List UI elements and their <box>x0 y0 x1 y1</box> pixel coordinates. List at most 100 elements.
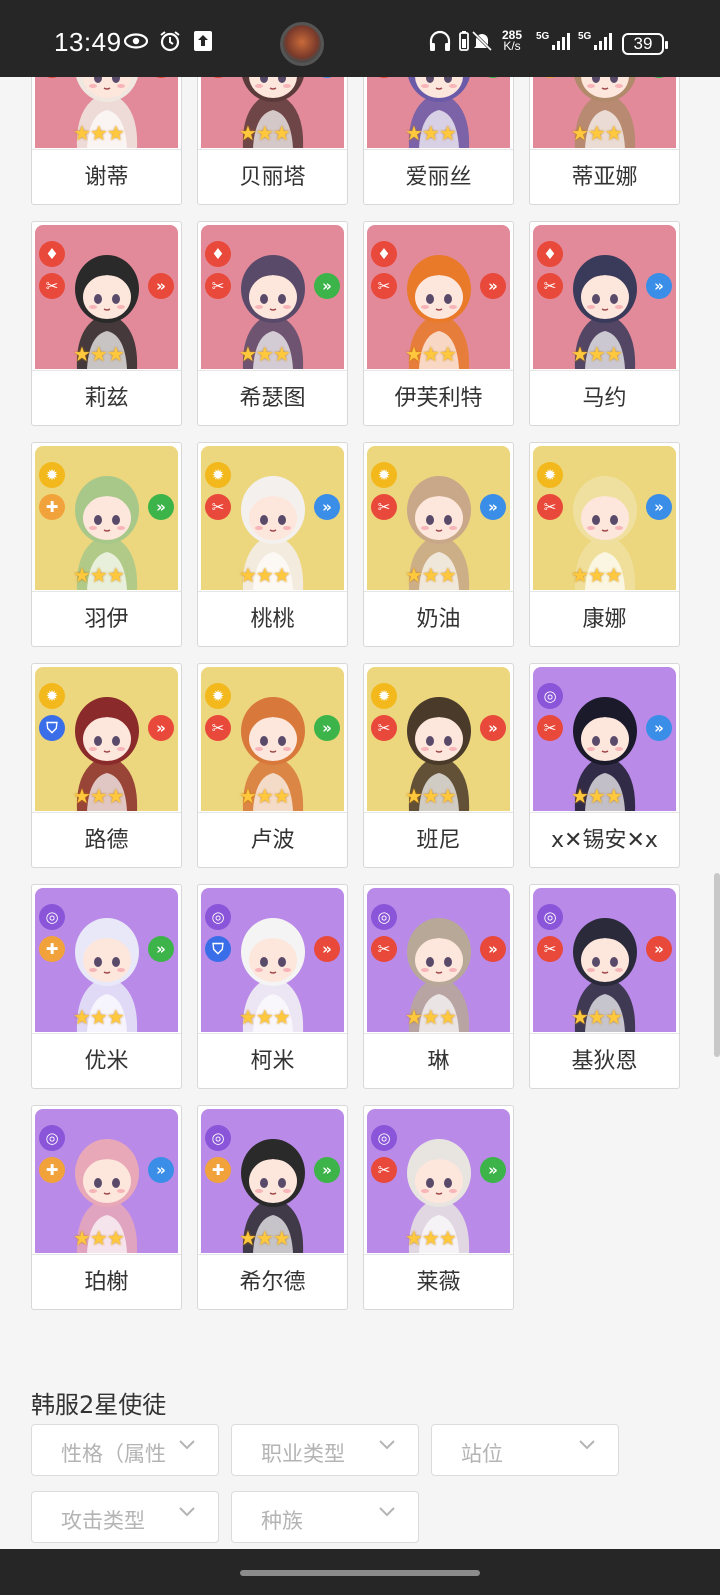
character-card[interactable]: ♦ ✂ » ★★★ 希瑟图 <box>197 221 348 426</box>
character-card[interactable]: ♦ ✂ » ★★★ 伊芙利特 <box>363 221 514 426</box>
character-card[interactable]: ◎ ⛉ » ★★★ 柯米 <box>197 884 348 1089</box>
filter-dropdown[interactable]: 种族 <box>231 1491 419 1543</box>
character-portrait: ✹ ⛉ » ★★★ <box>35 667 178 811</box>
heal-class-icon: ✚ <box>39 936 65 962</box>
filter-dropdown[interactable]: 性格（属性 <box>31 1424 219 1476</box>
front-position-icon: » <box>148 273 174 299</box>
character-portrait: ✹ ✂ » ★★★ <box>367 667 510 811</box>
dark-attribute-icon: ◎ <box>537 683 563 709</box>
light-attribute-icon: ✹ <box>205 683 231 709</box>
character-portrait: ✹ ✂ » ★★★ <box>201 446 344 590</box>
upload-icon <box>194 31 212 51</box>
character-card[interactable]: ✹ ⛉ » ★★★ 路德 <box>31 663 182 868</box>
character-card[interactable]: ◎ ✚ » ★★★ 优米 <box>31 884 182 1089</box>
mid-position-icon: » <box>480 1157 506 1183</box>
home-gesture-handle[interactable] <box>240 1570 480 1576</box>
character-portrait: ✹ ✚ » ★★★ <box>35 446 178 590</box>
character-card[interactable]: ♦✂»★★★爱丽丝 <box>363 77 514 205</box>
character-card[interactable]: ◎ ✂ » ★★★ ⅹ✕锡安✕ⅹ <box>529 663 680 868</box>
character-card[interactable]: ✹ ✂ » ★★★ 卢波 <box>197 663 348 868</box>
slash-class-icon: ✂ <box>371 1157 397 1183</box>
eye-icon <box>124 33 148 49</box>
scrollbar-thumb[interactable] <box>714 873 720 1057</box>
character-name: 基狄恩 <box>530 1033 679 1088</box>
character-card[interactable]: ◎ ✂ » ★★★ 基狄恩 <box>529 884 680 1089</box>
character-card[interactable]: ✹ ✂ » ★★★ 奶油 <box>363 442 514 647</box>
character-card[interactable]: ♦ ✂ » ★★★ 莉兹 <box>31 221 182 426</box>
svg-text:5G: 5G <box>578 31 592 42</box>
star-rating-icon: ★★★ <box>239 342 291 366</box>
mute-bell-icon <box>471 30 493 52</box>
character-name: 班尼 <box>364 812 513 867</box>
character-name: 路德 <box>32 812 181 867</box>
star-rating-icon: ★★★ <box>73 784 125 808</box>
mid-position-icon: » <box>314 715 340 741</box>
star-rating-icon: ★★★ <box>405 784 457 808</box>
notification-app-icon <box>280 22 324 66</box>
chevron-down-icon <box>379 1440 395 1450</box>
character-card[interactable]: ✹ ✂ » ★★★ 康娜 <box>529 442 680 647</box>
character-portrait: ✹ ✂ » ★★★ <box>533 446 676 590</box>
character-portrait: ◎ ✂ » ★★★ <box>533 667 676 811</box>
fire-attribute-icon: ♦ <box>537 241 563 267</box>
slash-class-icon: ✂ <box>537 494 563 520</box>
mid-position-icon: » <box>148 494 174 520</box>
filter-dropdown[interactable]: 职业类型 <box>231 1424 419 1476</box>
front-position-icon: » <box>314 936 340 962</box>
character-card[interactable]: ✹ ✚ » ★★★ 羽伊 <box>31 442 182 647</box>
character-name: 希尔德 <box>198 1254 347 1309</box>
slash-class-icon: ✂ <box>537 715 563 741</box>
character-name: 马约 <box>530 370 679 425</box>
back-position-icon: » <box>646 715 672 741</box>
character-card[interactable]: ♦ ✂ » ★★★ 马约 <box>529 221 680 426</box>
star-rating-icon: ★★★ <box>405 1005 457 1029</box>
character-name: 卢波 <box>198 812 347 867</box>
alarm-icon <box>160 31 180 52</box>
fire-attribute-icon: ♦ <box>371 241 397 267</box>
character-card[interactable]: ♦✂»★★★贝丽塔 <box>197 77 348 205</box>
chevron-down-icon <box>379 1507 395 1517</box>
slash-class-icon: ✂ <box>537 273 563 299</box>
character-card[interactable]: ◎ ✂ » ★★★ 莱薇 <box>363 1105 514 1310</box>
character-card[interactable]: ◎ ✂ » ★★★ 琳 <box>363 884 514 1089</box>
slash-class-icon: ✂ <box>537 936 563 962</box>
filter-label: 站位 <box>461 1442 503 1466</box>
star-rating-icon: ★★★ <box>239 563 291 587</box>
character-card[interactable]: ♦✂»★★★谢蒂 <box>31 77 182 205</box>
star-rating-icon: ★★★ <box>571 1005 623 1029</box>
fire-attribute-icon: ♦ <box>39 241 65 267</box>
slash-class-icon: ✂ <box>205 494 231 520</box>
character-card[interactable]: ✹ ✂ » ★★★ 班尼 <box>363 663 514 868</box>
character-card[interactable]: ♦✚»★★★蒂亚娜 <box>529 77 680 205</box>
light-attribute-icon: ✹ <box>371 683 397 709</box>
character-portrait: ✹ ✂ » ★★★ <box>367 446 510 590</box>
character-portrait: ✹ ✂ » ★★★ <box>201 667 344 811</box>
slash-class-icon: ✂ <box>205 273 231 299</box>
light-attribute-icon: ✹ <box>205 462 231 488</box>
mid-position-icon: » <box>314 1157 340 1183</box>
character-name: 优米 <box>32 1033 181 1088</box>
back-position-icon: » <box>646 273 672 299</box>
back-position-icon: » <box>646 494 672 520</box>
star-rating-icon: ★★★ <box>73 563 125 587</box>
character-portrait: ♦✂»★★★ <box>201 77 344 148</box>
star-rating-icon: ★★★ <box>405 1226 457 1250</box>
dark-attribute-icon: ◎ <box>205 1125 231 1151</box>
character-card[interactable]: ✹ ✂ » ★★★ 桃桃 <box>197 442 348 647</box>
slash-class-icon: ✂ <box>39 273 65 299</box>
star-rating-icon: ★★★ <box>405 563 457 587</box>
front-position-icon: » <box>480 936 506 962</box>
character-portrait: ♦✂»★★★ <box>201 225 344 369</box>
mid-position-icon: » <box>314 273 340 299</box>
signal-5g-icon: 5G <box>536 31 570 50</box>
filter-dropdown[interactable]: 站位 <box>431 1424 619 1476</box>
dark-attribute-icon: ◎ <box>371 904 397 930</box>
content-area[interactable]: ♦✂»★★★谢蒂 ♦✂»★★★贝丽塔 ♦✂»★★★爱丽丝 <box>0 77 720 1549</box>
character-card[interactable]: ◎ ✚ » ★★★ 珀榭 <box>31 1105 182 1310</box>
character-name: 莱薇 <box>364 1254 513 1309</box>
battery-indicator: 39 <box>622 33 668 55</box>
filter-label: 攻击类型 <box>61 1509 145 1533</box>
character-card[interactable]: ◎ ✚ » ★★★ 希尔德 <box>197 1105 348 1310</box>
filter-dropdown[interactable]: 攻击类型 <box>31 1491 219 1543</box>
character-name: 羽伊 <box>32 591 181 646</box>
